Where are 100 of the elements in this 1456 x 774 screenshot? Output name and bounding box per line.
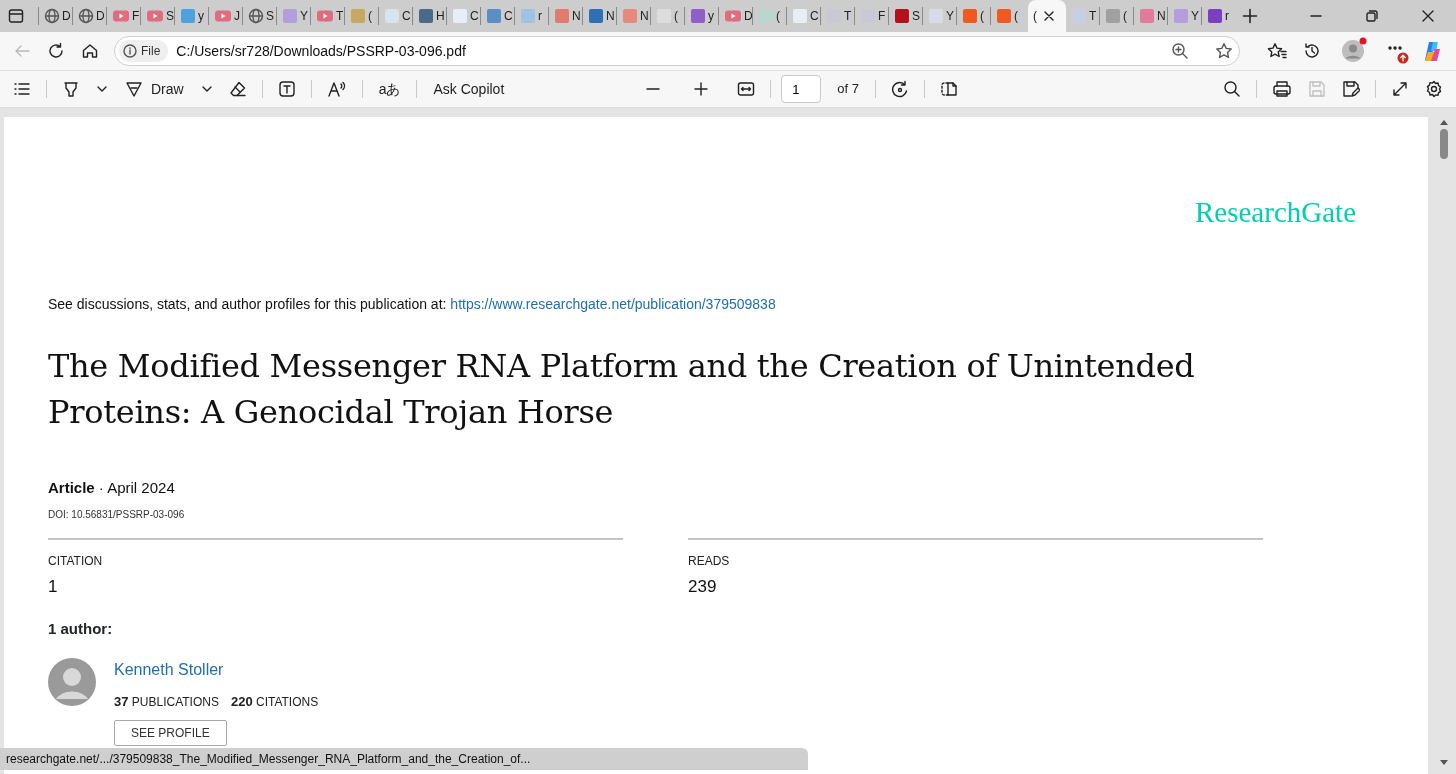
- browser-tab[interactable]: S: [889, 0, 922, 32]
- browser-tab[interactable]: y: [175, 0, 208, 32]
- browser-tab[interactable]: Y: [923, 0, 956, 32]
- browser-tab[interactable]: r: [1202, 0, 1235, 32]
- browser-tab[interactable]: Y: [1168, 0, 1201, 32]
- stat-value: 1: [48, 576, 59, 598]
- tab-title: F: [878, 8, 886, 25]
- tab-title: r: [1225, 8, 1229, 25]
- info-icon: [123, 44, 137, 58]
- browser-tab[interactable]: (: [957, 0, 990, 32]
- history-icon[interactable]: [1303, 42, 1321, 60]
- zoom-in-icon[interactable]: [1171, 42, 1189, 60]
- browser-tab[interactable]: (: [345, 0, 378, 32]
- zoom-in-icon[interactable]: [693, 81, 710, 97]
- tab-title: T: [1089, 8, 1097, 25]
- browser-tab[interactable]: (: [753, 0, 786, 32]
- home-icon[interactable]: [81, 42, 99, 60]
- browser-tab[interactable]: (: [1100, 0, 1133, 32]
- title-line: Proteins: A Genocidal Trojan Horse: [48, 391, 615, 433]
- browser-tab[interactable]: D: [73, 0, 106, 32]
- browser-tab[interactable]: D: [39, 0, 72, 32]
- draw-button[interactable]: Draw: [119, 74, 190, 104]
- tab-title: D: [744, 8, 753, 25]
- video-icon: [316, 9, 334, 23]
- tab-title: (: [1033, 8, 1037, 25]
- profile-avatar-icon[interactable]: [1341, 39, 1365, 63]
- title-line: The Modified Messenger RNA Platform and the Creation of Unintended: [48, 345, 1196, 387]
- video-icon: [724, 9, 742, 23]
- see-profile-button[interactable]: SEE PROFILE: [114, 719, 227, 746]
- browser-tab[interactable]: T: [311, 0, 344, 32]
- pen-icon: [125, 80, 143, 98]
- tab-title: N: [1157, 8, 1166, 25]
- page-number-field[interactable]: 1: [781, 75, 822, 103]
- site-info-button[interactable]: File: [119, 40, 169, 62]
- browser-tab[interactable]: N: [1134, 0, 1167, 32]
- address-field[interactable]: File C:/Users/sr728/Downloads/PSSRP-03-096.pdf: [114, 36, 1240, 66]
- browser-tab[interactable]: (: [1028, 0, 1066, 32]
- tab-title: (: [776, 8, 780, 25]
- browser-tab[interactable]: (: [991, 0, 1024, 32]
- browser-tab[interactable]: (: [651, 0, 684, 32]
- new-tab-icon[interactable]: [1242, 8, 1258, 24]
- eraser-icon[interactable]: [228, 80, 247, 98]
- print-icon[interactable]: [1272, 80, 1292, 98]
- browser-tab[interactable]: C: [787, 0, 820, 32]
- browser-tab[interactable]: C: [379, 0, 412, 32]
- browser-tab[interactable]: F: [107, 0, 140, 32]
- browser-tab[interactable]: N: [549, 0, 582, 32]
- browser-tab[interactable]: J: [209, 0, 242, 32]
- contents-icon[interactable]: [13, 80, 31, 98]
- browser-tab[interactable]: F: [855, 0, 888, 32]
- save-as-icon[interactable]: [1342, 80, 1360, 98]
- browser-tab[interactable]: D: [719, 0, 752, 32]
- tab-title: Y: [1191, 8, 1199, 25]
- tab-title: (: [980, 8, 984, 25]
- search-icon[interactable]: [1223, 80, 1241, 98]
- browser-tab[interactable]: Y: [277, 0, 310, 32]
- tab-title: y: [198, 8, 204, 25]
- close-icon[interactable]: [1043, 10, 1055, 22]
- logo: ResearchGate: [1194, 195, 1356, 230]
- read-aloud-icon[interactable]: [326, 80, 347, 98]
- fullscreen-icon[interactable]: [1391, 80, 1409, 98]
- highlighter-icon[interactable]: [62, 80, 80, 98]
- sidebar-icon[interactable]: [8, 8, 24, 24]
- browser-tab[interactable]: T: [1066, 0, 1099, 32]
- two-page-icon[interactable]: [939, 80, 958, 98]
- restore-icon[interactable]: [1364, 8, 1380, 24]
- tab-title: D: [62, 8, 71, 25]
- browser-tab[interactable]: y: [685, 0, 718, 32]
- tab-title: F: [132, 8, 140, 25]
- ask-copilot-button[interactable]: Ask Copilot: [427, 74, 511, 104]
- browser-tab[interactable]: T: [821, 0, 854, 32]
- publication-link[interactable]: https://www.researchgate.net/publication/379509838: [450, 295, 776, 312]
- reload-icon[interactable]: [47, 42, 65, 60]
- author-name-link[interactable]: Kenneth Stoller: [114, 661, 224, 678]
- fit-width-icon[interactable]: [737, 81, 756, 97]
- star-icon[interactable]: [1215, 42, 1233, 60]
- close-icon[interactable]: [1420, 8, 1436, 24]
- translate-button[interactable]: aあ: [372, 74, 407, 104]
- article-meta: Article · April 2024: [48, 477, 176, 498]
- browser-tab[interactable]: H: [413, 0, 446, 32]
- stat-label: READS: [688, 553, 731, 570]
- browser-tab[interactable]: S: [243, 0, 276, 32]
- favorites-icon[interactable]: [1267, 42, 1287, 60]
- rotate-icon[interactable]: [890, 80, 909, 98]
- browser-tab[interactable]: r: [515, 0, 548, 32]
- browser-tab[interactable]: C: [481, 0, 514, 32]
- browser-tab[interactable]: N: [583, 0, 616, 32]
- browser-tab[interactable]: C: [447, 0, 480, 32]
- settings-icon[interactable]: [1425, 80, 1443, 98]
- tab-title: N: [640, 8, 649, 25]
- more-icon[interactable]: [1388, 46, 1402, 50]
- text-box-icon[interactable]: [277, 80, 296, 98]
- browser-tab[interactable]: N: [617, 0, 650, 32]
- tab-title: C: [810, 8, 819, 25]
- tab-title: N: [572, 8, 581, 25]
- scrollbar-thumb[interactable]: [1440, 129, 1448, 159]
- tab-title: T: [844, 8, 852, 25]
- intro-text: See discussions, stats, and author profiles for this publication at: https://www.researchgate.net/publication/379509838: [48, 294, 777, 314]
- status-bar: researchgate.net/.../379509838_The_Modified_Messenger_RNA_Platform_and_the_Creation_of...: [0, 748, 808, 770]
- browser-tab[interactable]: S: [141, 0, 174, 32]
